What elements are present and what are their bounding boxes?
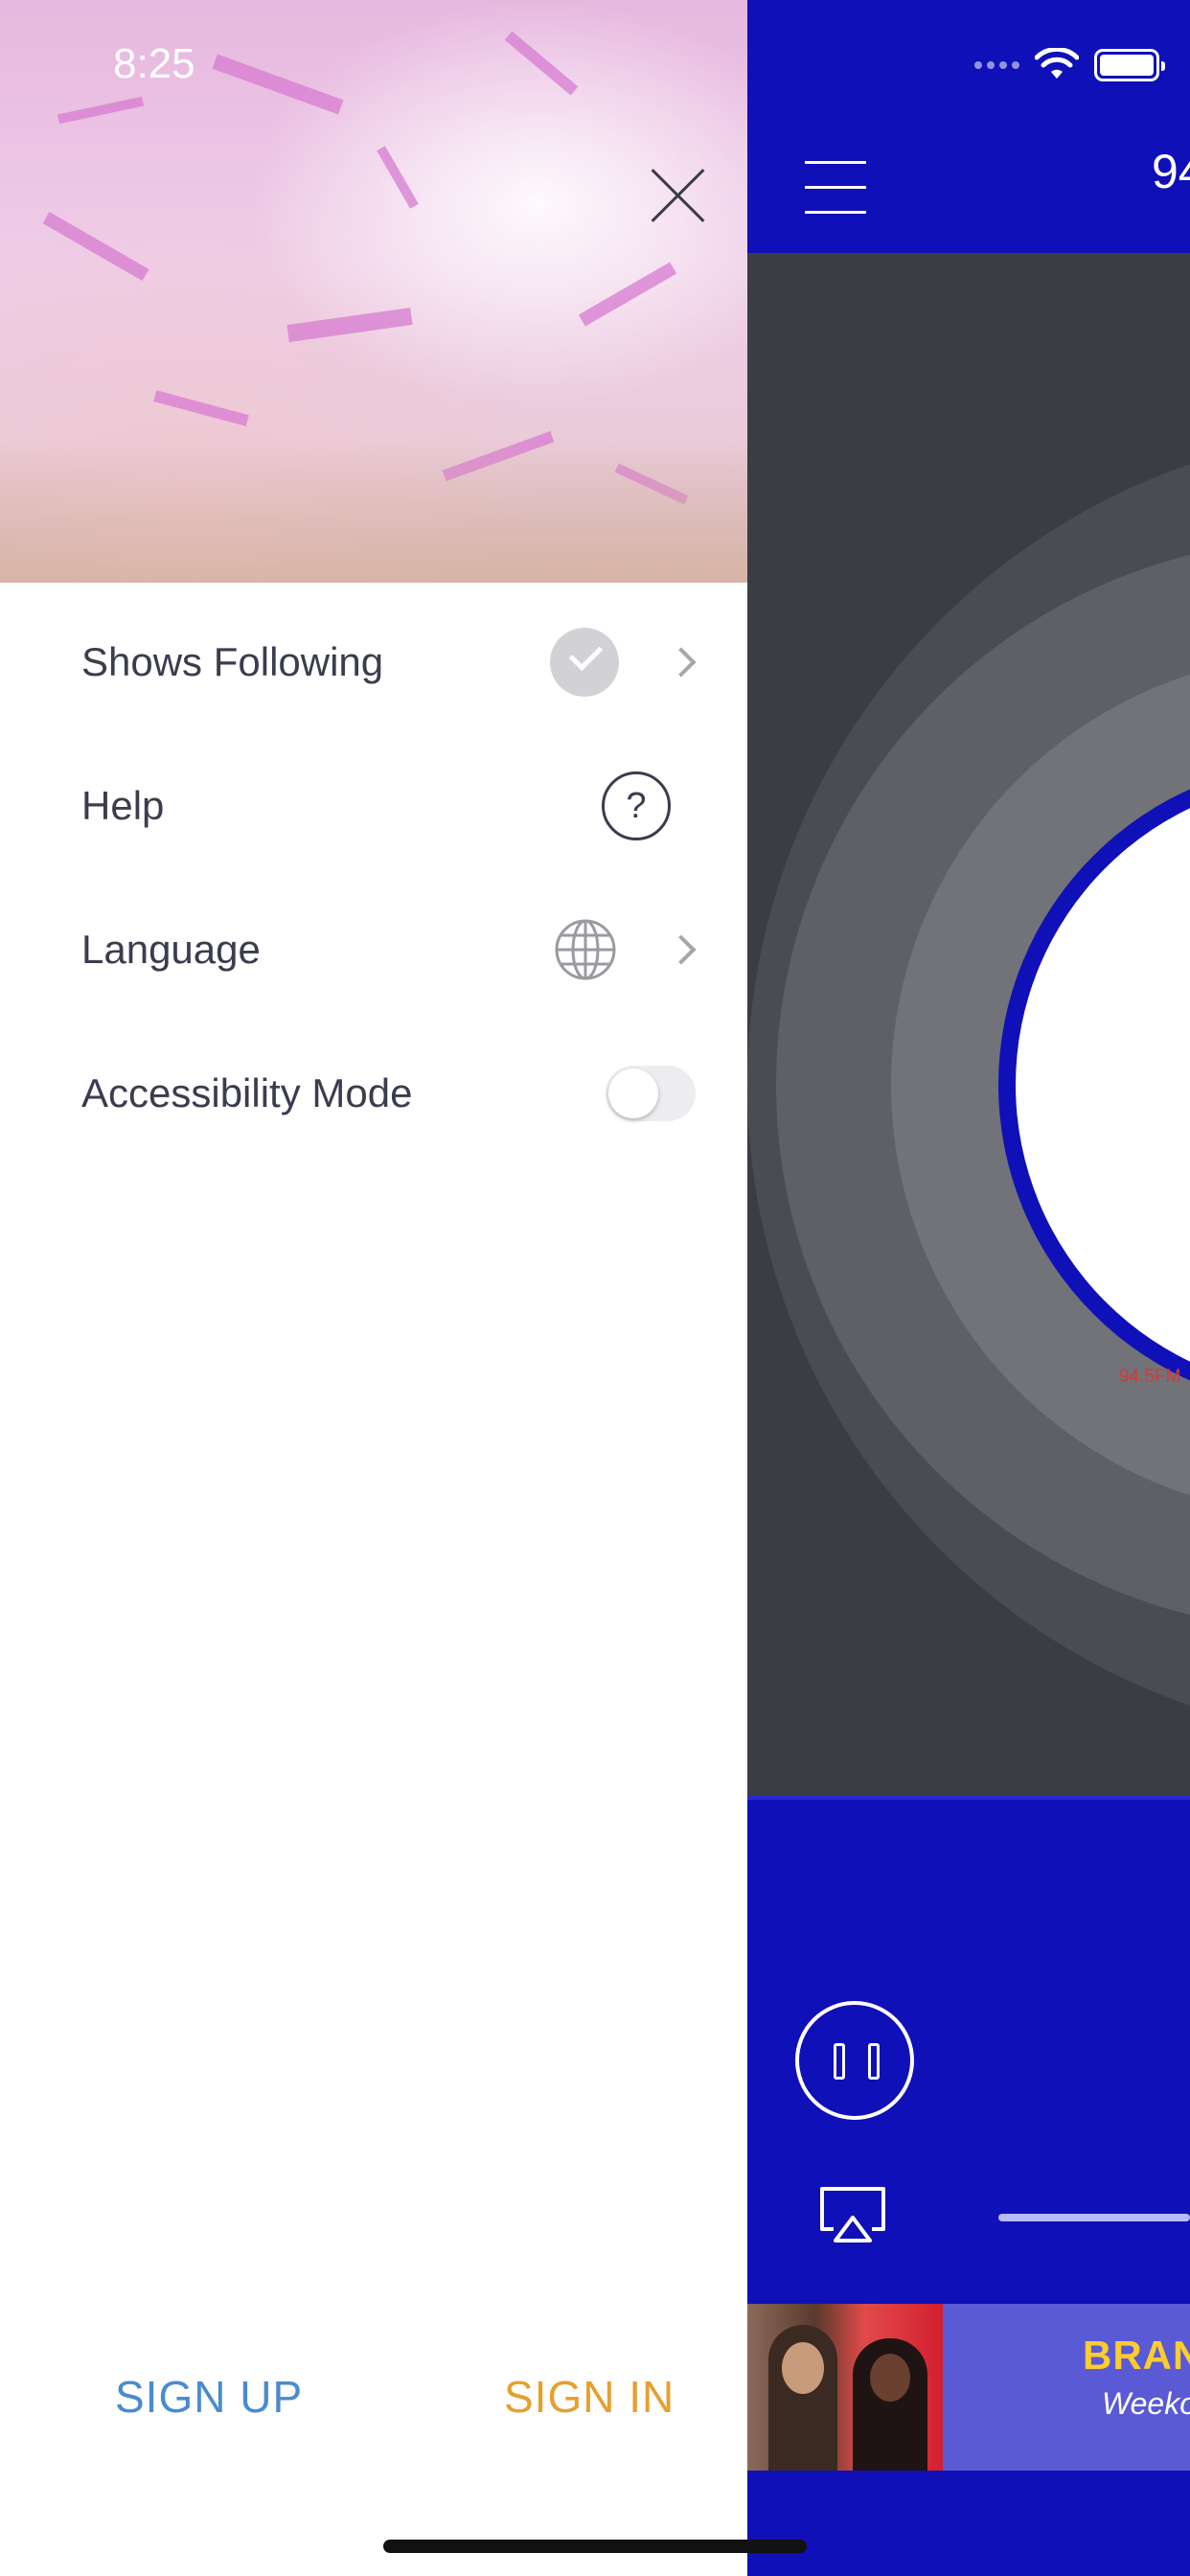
cellular-signal-icon xyxy=(974,61,1019,69)
home-indicator xyxy=(383,2540,807,2553)
ad-banner[interactable]: BRAN Weeko xyxy=(747,2304,1190,2471)
player-screen: 94 94.5FM BRAN Weeko xyxy=(747,0,1190,2576)
sign-up-button[interactable]: SIGN UP xyxy=(115,2371,303,2423)
check-circle-icon xyxy=(550,628,619,697)
chevron-right-icon xyxy=(666,934,697,965)
menu-item-label: Language xyxy=(81,927,261,972)
ad-subtitle-text: Weeko xyxy=(1102,2386,1190,2421)
menu-item-shows-following[interactable]: Shows Following xyxy=(0,590,747,734)
player-nav-title: 94 xyxy=(1152,145,1190,198)
side-drawer: 8:25 Shows Following Help ? Language Acc… xyxy=(0,0,747,2576)
chevron-right-icon xyxy=(666,647,697,678)
menu-item-accessibility-mode: Accessibility Mode xyxy=(0,1022,747,1165)
status-indicators xyxy=(974,46,1165,84)
menu-item-label: Shows Following xyxy=(81,639,384,684)
globe-icon xyxy=(555,919,616,980)
volume-slider[interactable] xyxy=(998,2214,1190,2221)
ad-brand-text: BRAN xyxy=(1083,2333,1190,2378)
close-icon[interactable] xyxy=(648,165,709,226)
hamburger-menu-icon[interactable] xyxy=(805,161,866,215)
airplay-icon[interactable] xyxy=(816,2183,889,2244)
menu-item-label: Help xyxy=(81,783,165,828)
menu-item-label: Accessibility Mode xyxy=(81,1070,413,1116)
status-time: 8:25 xyxy=(113,40,195,87)
menu-item-help[interactable]: Help ? xyxy=(0,734,747,878)
battery-icon xyxy=(1094,49,1165,81)
menu-item-language[interactable]: Language xyxy=(0,878,747,1022)
playback-controls xyxy=(747,1796,1190,2304)
drawer-header-image: 8:25 xyxy=(0,0,747,583)
accessibility-mode-toggle[interactable] xyxy=(606,1066,696,1121)
ad-photo xyxy=(747,2304,943,2471)
station-artwork: 94.5FM xyxy=(747,253,1190,1796)
sign-in-button[interactable]: SIGN IN xyxy=(504,2371,675,2423)
station-logo-label: 94.5FM xyxy=(1119,1367,1181,1387)
pause-button[interactable] xyxy=(795,2001,914,2120)
wifi-icon xyxy=(1035,48,1079,79)
help-icon: ? xyxy=(602,771,671,840)
